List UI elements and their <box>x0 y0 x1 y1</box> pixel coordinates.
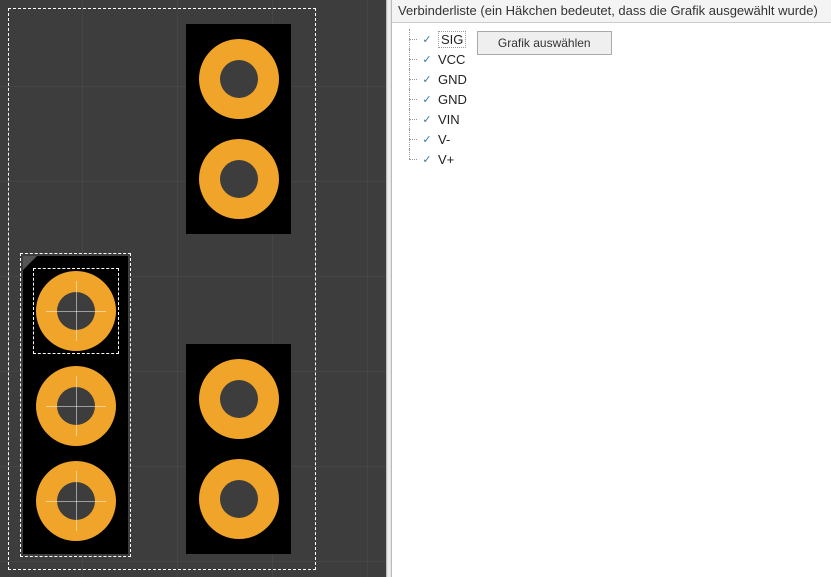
connector-tree-item[interactable]: ✓ V+ <box>404 149 467 169</box>
connector-tree-item[interactable]: ✓ GND <box>404 69 467 89</box>
tree-branch-line <box>404 29 418 49</box>
check-icon: ✓ <box>422 53 432 66</box>
connector-block[interactable] <box>186 344 291 554</box>
select-graphic-button[interactable]: Grafik auswählen <box>477 31 612 55</box>
tree-item-label: SIG <box>438 31 466 48</box>
tree-branch-line <box>404 129 418 149</box>
connector-pad[interactable] <box>36 461 116 541</box>
connector-tree[interactable]: ✓ SIG ✓ VCC ✓ GND ✓ GND ✓ VIN ✓ V- ✓ V+ <box>398 29 467 169</box>
connector-tree-item[interactable]: ✓ SIG <box>404 29 467 49</box>
connector-pad[interactable] <box>199 359 279 439</box>
tree-item-label: V+ <box>438 152 454 167</box>
tree-item-label: GND <box>438 92 467 107</box>
connector-tree-item[interactable]: ✓ GND <box>404 89 467 109</box>
connector-pad[interactable] <box>199 39 279 119</box>
pcb-canvas[interactable] <box>0 0 386 577</box>
check-icon: ✓ <box>422 73 432 86</box>
tree-branch-line <box>404 109 418 129</box>
connector-block[interactable] <box>23 256 128 554</box>
tree-item-label: VIN <box>438 112 460 127</box>
connector-tree-item[interactable]: ✓ VCC <box>404 49 467 69</box>
connector-block[interactable] <box>186 24 291 234</box>
connector-pad[interactable] <box>199 139 279 219</box>
check-icon: ✓ <box>422 133 432 146</box>
pin1-indicator <box>23 256 37 270</box>
connector-pad[interactable] <box>199 459 279 539</box>
check-icon: ✓ <box>422 153 432 166</box>
check-icon: ✓ <box>422 113 432 126</box>
connector-tree-item[interactable]: ✓ VIN <box>404 109 467 129</box>
tree-branch-line <box>404 49 418 69</box>
tree-item-label: VCC <box>438 52 465 67</box>
panel-header: Verbinderliste (ein Häkchen bedeutet, da… <box>392 0 831 23</box>
connector-pad[interactable] <box>36 271 116 351</box>
check-icon: ✓ <box>422 33 432 46</box>
tree-item-label: GND <box>438 72 467 87</box>
tree-branch-line <box>404 69 418 89</box>
connector-list-panel: Verbinderliste (ein Häkchen bedeutet, da… <box>392 0 831 577</box>
tree-item-label: V- <box>438 132 450 147</box>
check-icon: ✓ <box>422 93 432 106</box>
connector-tree-item[interactable]: ✓ V- <box>404 129 467 149</box>
connector-pad[interactable] <box>36 366 116 446</box>
tree-branch-line <box>404 149 418 169</box>
tree-branch-line <box>404 89 418 109</box>
